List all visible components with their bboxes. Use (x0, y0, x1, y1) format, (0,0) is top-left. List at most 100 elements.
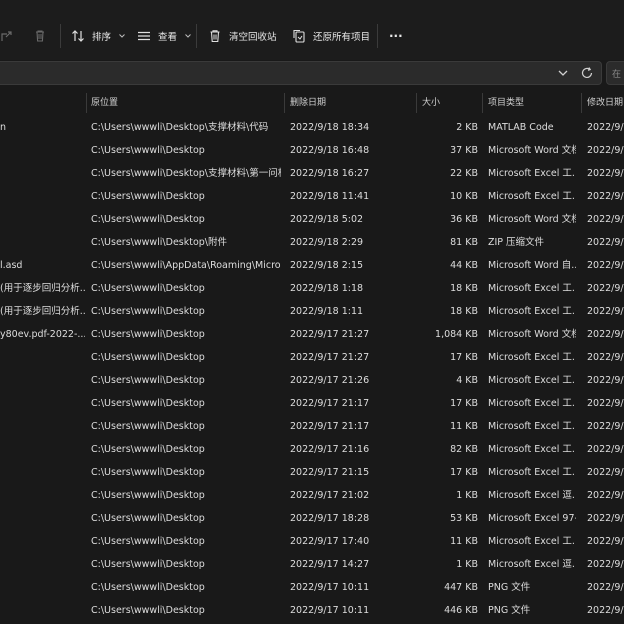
table-row[interactable]: y80ev.pdf-2022-... C:\Users\wwwli\Desktop… (0, 323, 624, 346)
original-location: C:\Users\wwwli\Desktop (91, 145, 205, 156)
refresh-icon[interactable] (580, 66, 594, 80)
column-divider[interactable] (86, 93, 87, 113)
toolbar-divider (60, 24, 61, 48)
table-row[interactable]: C:\Users\wwwli\Desktop 2022/9/18 11:41 10 … (0, 185, 624, 208)
toolbar-divider (196, 24, 197, 48)
original-location: C:\Users\wwwli\Desktop\支撑材料\第一问相... (91, 168, 281, 179)
table-row[interactable]: C:\Users\wwwli\Desktop 2022/9/17 21:26 4 K… (0, 369, 624, 392)
table-row[interactable]: (用于逐步回归分析... C:\Users\wwwli\Desktop 2022/9… (0, 277, 624, 300)
table-row[interactable]: (用于逐步回归分析... C:\Users\wwwli\Desktop 2022/9… (0, 300, 624, 323)
file-name (0, 231, 85, 254)
more-options-button[interactable]: ··· (389, 26, 403, 46)
address-bar[interactable] (0, 61, 602, 85)
date-modified: 2022/9/ (587, 306, 624, 317)
file-size: 446 KB (444, 605, 478, 616)
delete-icon[interactable] (33, 26, 47, 46)
table-row[interactable]: C:\Users\wwwli\Desktop 2022/9/17 21:02 1 K… (0, 484, 624, 507)
date-deleted: 2022/9/18 16:48 (290, 145, 370, 156)
date-modified: 2022/9/ (587, 237, 624, 248)
column-header-modified[interactable]: 修改日期 (587, 92, 623, 114)
column-header-deleted[interactable]: 删除日期 (290, 92, 326, 114)
table-row[interactable]: C:\Users\wwwli\Desktop 2022/9/18 16:48 37 … (0, 139, 624, 162)
table-row[interactable]: C:\Users\wwwli\Desktop 2022/9/17 10:11 446… (0, 599, 624, 622)
table-row[interactable]: C:\Users\wwwli\Desktop 2022/9/17 18:28 53 … (0, 507, 624, 530)
original-location: C:\Users\wwwli\Desktop\附件 (91, 237, 228, 248)
item-type: Microsoft Excel 逗... (488, 490, 576, 501)
column-header-type[interactable]: 项目类型 (488, 92, 524, 114)
file-name (0, 392, 85, 415)
table-row[interactable]: C:\Users\wwwli\Desktop 2022/9/17 10:11 447… (0, 576, 624, 599)
item-type: Microsoft Excel 工... (488, 536, 576, 547)
column-divider[interactable] (482, 93, 483, 113)
date-deleted: 2022/9/18 16:27 (290, 168, 370, 179)
file-size: 82 KB (450, 444, 478, 455)
date-deleted: 2022/9/17 21:26 (290, 375, 370, 386)
table-row[interactable]: C:\Users\wwwli\Desktop\附件 2022/9/18 2:29 8… (0, 231, 624, 254)
item-type: Microsoft Excel 工... (488, 168, 576, 179)
original-location: C:\Users\wwwli\Desktop (91, 375, 205, 386)
column-divider[interactable] (284, 93, 285, 113)
item-type: Microsoft Excel 97-... (488, 513, 576, 524)
table-row[interactable]: n C:\Users\wwwli\Desktop\支撑材料\代码 2022/9/18… (0, 116, 624, 139)
table-row[interactable]: C:\Users\wwwli\Desktop 2022/9/17 14:27 1 K… (0, 553, 624, 576)
table-row[interactable]: C:\Users\wwwli\Desktop 2022/9/17 21:16 82 … (0, 438, 624, 461)
table-row[interactable]: l.asd C:\Users\wwwli\AppData\Roaming\Micr… (0, 254, 624, 277)
column-header-size[interactable]: 大小 (422, 92, 440, 114)
item-type: Microsoft Excel 工... (488, 421, 576, 432)
item-type: Microsoft Word 文档 (488, 145, 576, 156)
file-size: 1 KB (456, 490, 478, 501)
view-button[interactable]: 查看 (137, 26, 192, 46)
date-deleted: 2022/9/18 5:02 (290, 214, 364, 225)
item-type: Microsoft Excel 工... (488, 352, 576, 363)
sort-button[interactable]: 排序 (71, 26, 126, 46)
column-header-row: 原位置 删除日期 大小 项目类型 修改日期 (0, 92, 624, 114)
date-deleted: 2022/9/18 2:15 (290, 260, 364, 271)
share-icon[interactable] (0, 26, 14, 46)
date-modified: 2022/9/ (587, 329, 624, 340)
original-location: C:\Users\wwwli\Desktop (91, 582, 205, 593)
file-size: 18 KB (450, 283, 478, 294)
view-label: 查看 (158, 32, 178, 43)
column-divider[interactable] (581, 93, 582, 113)
original-location: C:\Users\wwwli\Desktop (91, 467, 205, 478)
date-deleted: 2022/9/17 17:40 (290, 536, 370, 547)
column-header-location[interactable]: 原位置 (91, 92, 118, 114)
restore-all-button[interactable]: 还原所有项目 (292, 26, 370, 46)
item-type: Microsoft Word 文档 (488, 214, 576, 225)
date-modified: 2022/9/ (587, 145, 624, 156)
item-type: Microsoft Excel 工... (488, 375, 576, 386)
table-row[interactable]: C:\Users\wwwli\Desktop 2022/9/17 21:15 17 … (0, 461, 624, 484)
file-name (0, 599, 85, 622)
file-name (0, 461, 85, 484)
table-row[interactable]: C:\Users\wwwli\Desktop\支撑材料\第一问相... 2022/… (0, 162, 624, 185)
date-modified: 2022/9/ (587, 605, 624, 616)
file-size: 17 KB (450, 398, 478, 409)
date-deleted: 2022/9/18 1:11 (290, 306, 364, 317)
date-modified: 2022/9/ (587, 352, 624, 363)
original-location: C:\Users\wwwli\Desktop (91, 421, 205, 432)
item-type: Microsoft Excel 工... (488, 306, 576, 317)
table-row[interactable]: C:\Users\wwwli\Desktop 2022/9/17 17:40 11 … (0, 530, 624, 553)
more-icon: ··· (389, 29, 403, 43)
file-name (0, 185, 85, 208)
empty-recycle-bin-button[interactable]: 清空回收站 (208, 26, 277, 46)
date-modified: 2022/9/ (587, 490, 624, 501)
file-size: 2 KB (456, 122, 478, 133)
table-row[interactable]: C:\Users\wwwli\Desktop 2022/9/18 5:02 36 K… (0, 208, 624, 231)
file-size: 11 KB (450, 536, 478, 547)
original-location: C:\Users\wwwli\Desktop (91, 513, 205, 524)
table-row[interactable]: C:\Users\wwwli\Desktop 2022/9/17 21:17 17 … (0, 392, 624, 415)
date-modified: 2022/9/ (587, 214, 624, 225)
item-type: Microsoft Excel 工... (488, 467, 576, 478)
file-name (0, 553, 85, 576)
table-row[interactable]: C:\Users\wwwli\Desktop 2022/9/17 21:27 17 … (0, 346, 624, 369)
table-row[interactable]: C:\Users\wwwli\Desktop 2022/9/17 21:17 11 … (0, 415, 624, 438)
column-divider[interactable] (416, 93, 417, 113)
chevron-down-icon[interactable] (556, 66, 570, 80)
file-name: (用于逐步回归分析... (0, 283, 85, 294)
date-deleted: 2022/9/17 18:28 (290, 513, 370, 524)
file-name: n (0, 122, 7, 133)
file-size: 18 KB (450, 306, 478, 317)
original-location: C:\Users\wwwli\Desktop (91, 329, 205, 340)
file-size: 10 KB (450, 191, 478, 202)
